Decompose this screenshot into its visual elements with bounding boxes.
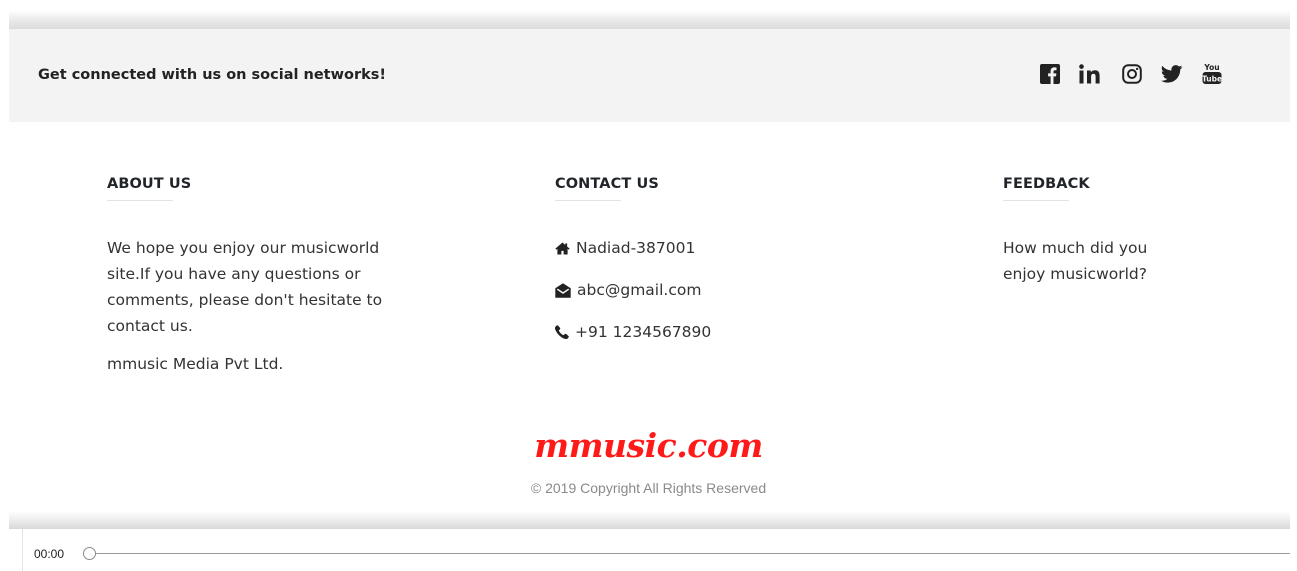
contact-address: Nadiad-387001	[555, 235, 845, 261]
company-name: mmusic Media Pvt Ltd.	[107, 355, 284, 373]
about-us-section: ABOUT US We hope you enjoy our musicworl…	[107, 176, 397, 389]
feedback-section: FEEDBACK How much did you enjoy musicwor…	[1003, 176, 1293, 299]
player-divider	[22, 529, 23, 571]
top-shadow-divider	[9, 10, 1290, 29]
social-connect-text: Get connected with us on social networks…	[38, 67, 386, 83]
about-us-text: We hope you enjoy our musicworld site.If…	[107, 239, 383, 335]
contact-email-text: abc@gmail.com	[577, 281, 702, 299]
bottom-shadow-divider	[9, 511, 1290, 529]
twitter-icon[interactable]	[1161, 62, 1183, 86]
player-time: 00:00	[34, 547, 65, 561]
contact-email: abc@gmail.com	[555, 277, 845, 303]
instagram-icon[interactable]	[1122, 62, 1142, 86]
youtube-icon-text-top: You	[1203, 63, 1219, 72]
seek-bar[interactable]	[90, 553, 1290, 554]
contact-address-text: Nadiad-387001	[576, 239, 696, 257]
contact-phone-text: +91 1234567890	[575, 323, 712, 341]
feedback-question: How much did you enjoy musicworld?	[1003, 239, 1148, 283]
audio-player: 00:00	[0, 529, 1297, 571]
home-icon	[555, 241, 570, 255]
linkedin-icon[interactable]	[1079, 62, 1103, 86]
envelope-open-icon	[555, 282, 571, 298]
contact-us-divider	[555, 200, 621, 201]
seek-handle[interactable]	[83, 547, 96, 560]
feedback-divider	[1003, 200, 1069, 201]
brand-logo[interactable]: mmusic.com	[0, 426, 1297, 465]
youtube-icon[interactable]: You Tube	[1202, 62, 1222, 86]
phone-icon	[555, 325, 569, 339]
feedback-title: FEEDBACK	[1003, 176, 1090, 192]
about-us-title: ABOUT US	[107, 176, 192, 192]
about-us-divider	[107, 200, 173, 201]
youtube-icon-text-bottom: Tube	[1202, 75, 1222, 84]
contact-us-title: CONTACT US	[555, 176, 659, 192]
social-icons: You Tube	[1040, 62, 1222, 86]
contact-phone: +91 1234567890	[555, 319, 845, 345]
copyright-text: © 2019 Copyright All Rights Reserved	[530, 480, 767, 496]
social-bar: Get connected with us on social networks…	[9, 29, 1290, 122]
contact-us-section: CONTACT US Nadiad-387001 abc@gmail.com +…	[555, 176, 845, 361]
facebook-icon[interactable]	[1040, 62, 1060, 86]
